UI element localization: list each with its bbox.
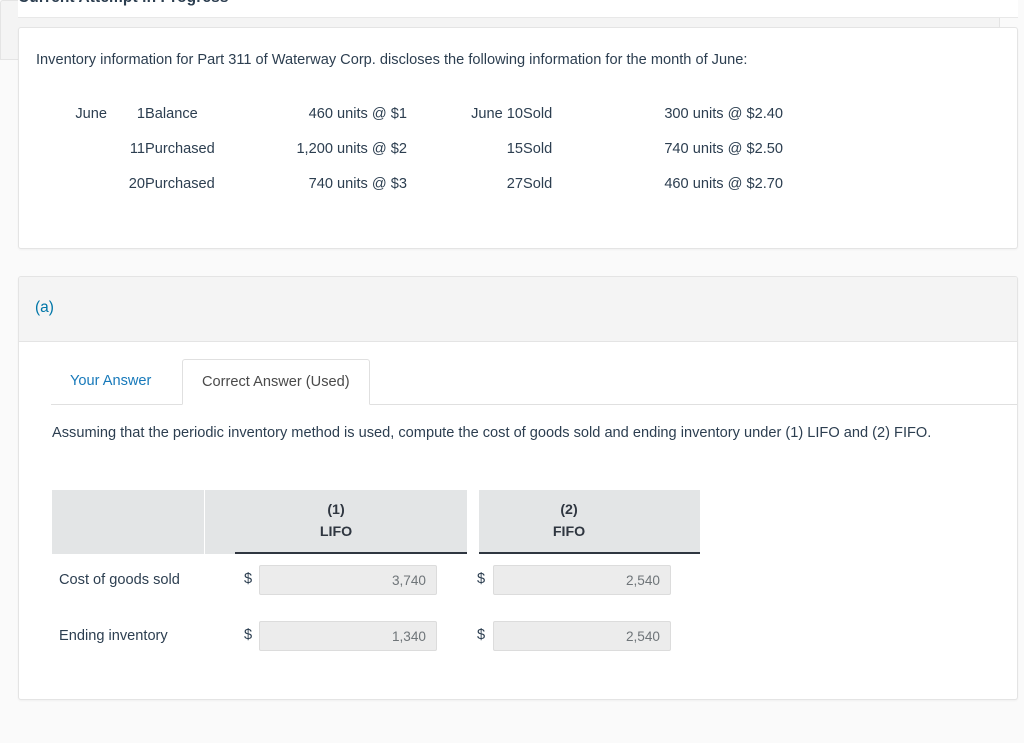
cell-action: Balance: [145, 106, 198, 122]
cell-sold-units: 740 units @ $2.50: [664, 141, 783, 157]
part-a-section-header: (a): [19, 277, 1017, 342]
cell-units: 740 units @ $3: [308, 176, 407, 192]
table-row: June 1 Balance 460 units @ $1 June 10 So…: [29, 100, 783, 135]
cell-units: 460 units @ $1: [308, 106, 407, 122]
part-a-card: (a) Your Answer Correct Answer (Used) As…: [18, 276, 1018, 700]
tab-your-answer[interactable]: Your Answer: [51, 359, 170, 405]
cell-sold-action: Sold: [523, 141, 553, 157]
cogs-fifo-input[interactable]: [493, 565, 671, 595]
inventory-info-card: Inventory information for Part 311 of Wa…: [18, 27, 1018, 249]
answer-tabs: Your Answer Correct Answer (Used): [51, 359, 1017, 405]
cell-sold-units: 300 units @ $2.40: [664, 106, 783, 122]
cell-sold-action: Sold: [523, 106, 553, 122]
inventory-intro-text: Inventory information for Part 311 of Wa…: [36, 52, 748, 68]
header-divider: [18, 17, 1018, 18]
cell-day: 11: [129, 141, 145, 157]
table-row: 20 Purchased 740 units @ $3 27 Sold 460 …: [29, 170, 783, 205]
cell-month: June: [75, 106, 107, 122]
cell-sold-units: 460 units @ $2.70: [664, 176, 783, 192]
header-number-1: (1): [327, 502, 345, 518]
ending-inventory-fifo-input[interactable]: [493, 621, 671, 651]
header-cell-lifo: (1) LIFO: [205, 490, 467, 554]
table-row: 11 Purchased 1,200 units @ $2 15 Sold 74…: [29, 135, 783, 170]
cogs-lifo-input[interactable]: [259, 565, 437, 595]
question-prompt: Assuming that the periodic inventory met…: [52, 425, 932, 441]
question-page: Current Attempt in Progress Inventory in…: [0, 0, 1024, 743]
answer-table-header: (1) LIFO (2) FIFO: [52, 490, 707, 554]
part-label: (a): [35, 299, 54, 316]
row-label-cogs: Cost of goods sold: [59, 572, 180, 588]
cell-day: 1: [136, 106, 145, 122]
currency-symbol-lifo: $: [244, 627, 253, 643]
tab-correct-answer[interactable]: Correct Answer (Used): [182, 359, 370, 405]
cell-sold-month: 27: [506, 176, 523, 192]
header-cell-blank: [52, 490, 204, 554]
inventory-table: June 1 Balance 460 units @ $1 June 10 So…: [29, 100, 783, 205]
cell-sold-month: June 10: [471, 106, 523, 122]
currency-symbol-lifo: $: [244, 571, 253, 587]
table-row: Cost of goods sold $ $: [52, 554, 707, 610]
table-row: Ending inventory $ $: [52, 610, 707, 666]
cell-sold-action: Sold: [523, 176, 553, 192]
cell-units: 1,200 units @ $2: [296, 141, 407, 157]
ending-inventory-lifo-input[interactable]: [259, 621, 437, 651]
cell-action: Purchased: [145, 176, 215, 192]
cell-day: 20: [128, 176, 145, 192]
currency-symbol-fifo: $: [477, 571, 486, 587]
row-label-ending-inventory: Ending inventory: [59, 628, 168, 644]
answer-table: (1) LIFO (2) FIFO Cost of goods sold $ $: [52, 490, 707, 666]
cell-month: [29, 135, 107, 170]
cell-month: [29, 170, 107, 205]
currency-symbol-fifo: $: [477, 627, 486, 643]
header-name-lifo: LIFO: [319, 524, 353, 540]
attempt-status-title: Current Attempt in Progress: [18, 0, 229, 7]
header-column-gap: [467, 490, 479, 554]
cell-sold-month: 15: [506, 141, 523, 157]
cell-action: Purchased: [145, 141, 215, 157]
